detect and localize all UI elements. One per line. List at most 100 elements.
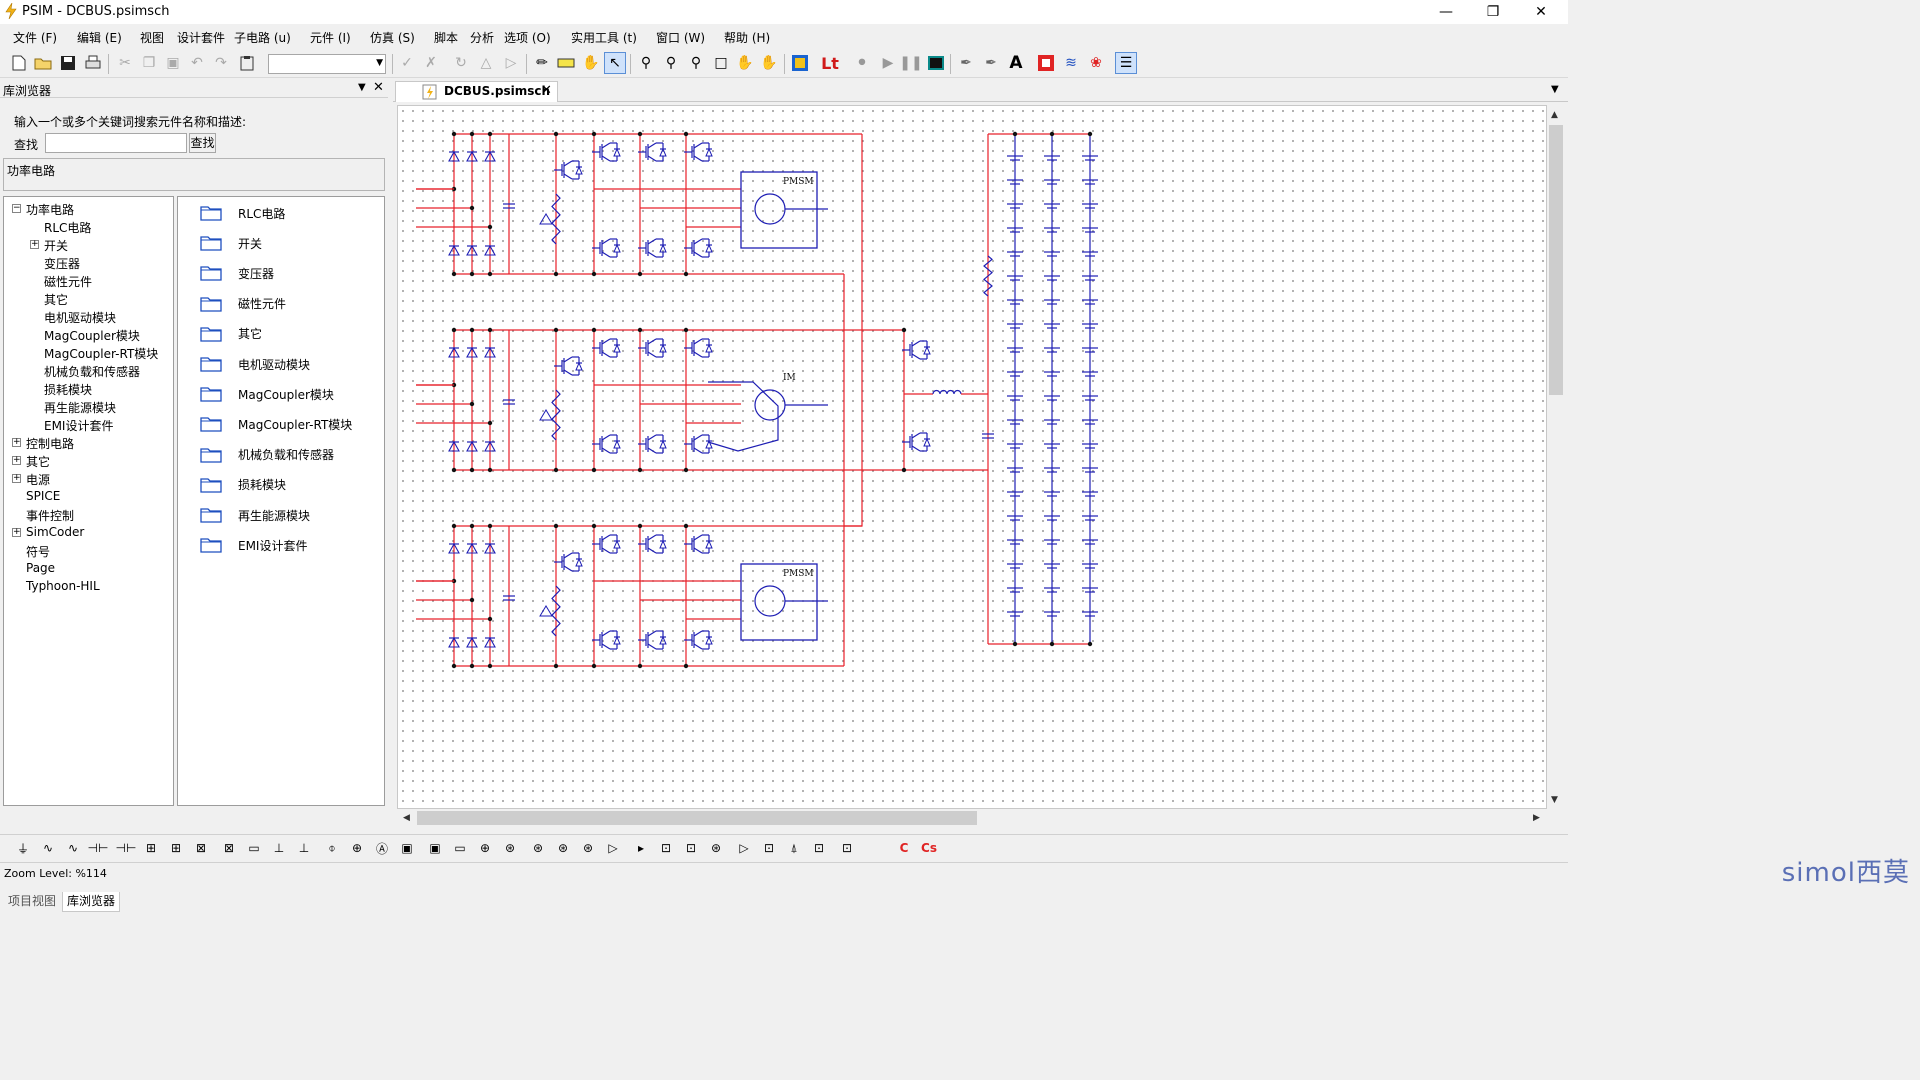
search-button[interactable]: 查找: [189, 133, 216, 153]
close-icon[interactable]: ✕: [541, 83, 552, 98]
integrator-icon[interactable]: ⊡: [758, 838, 780, 858]
tree-item[interactable]: 再生能源模块: [44, 399, 116, 416]
menu-file[interactable]: 文件 (F): [13, 29, 57, 46]
tree-item[interactable]: 开关: [44, 237, 68, 254]
restore-icon[interactable]: ❐: [1473, 2, 1513, 22]
simview-icon[interactable]: [789, 52, 811, 74]
tree-item[interactable]: 符号: [26, 543, 50, 560]
save-icon[interactable]: [57, 52, 79, 74]
pause-icon[interactable]: ❚❚: [899, 52, 922, 74]
select-icon[interactable]: ↖: [604, 52, 626, 74]
zoom-out-icon[interactable]: ⚲: [685, 52, 707, 74]
junction-icon[interactable]: ⊥: [293, 838, 315, 858]
menu-script[interactable]: 脚本: [434, 29, 458, 46]
text-icon[interactable]: A: [1005, 52, 1027, 74]
folder-item[interactable]: EMI设计套件: [200, 535, 307, 555]
tree-item[interactable]: 其它: [26, 453, 50, 470]
menu-view[interactable]: 视图: [140, 29, 164, 46]
folder-item[interactable]: 再生能源模块: [200, 505, 310, 525]
ac-source-icon[interactable]: ∿: [37, 838, 59, 858]
amplifier-icon[interactable]: ▷: [602, 838, 624, 858]
clipboard-icon[interactable]: [236, 52, 258, 74]
open-folder-icon[interactable]: [32, 52, 54, 74]
igbt-icon[interactable]: ⊞: [165, 838, 187, 858]
schematic-drawing[interactable]: PMSM IM PMSM: [398, 106, 1548, 810]
scroll-right-icon[interactable]: ▶: [1533, 813, 1540, 823]
horizontal-scroll-thumb[interactable]: [417, 811, 977, 825]
capacitor-icon[interactable]: ⊣⊢: [87, 838, 109, 858]
dc-machine-icon[interactable]: ▭: [243, 838, 265, 858]
new-file-icon[interactable]: [8, 52, 30, 74]
sensor4-icon[interactable]: ⊛: [577, 838, 599, 858]
tree-item[interactable]: 电源: [26, 471, 50, 488]
tree-item[interactable]: MagCoupler模块: [44, 327, 140, 344]
folder-item[interactable]: 电机驱动模块: [200, 354, 310, 374]
vertical-scroll-thumb[interactable]: [1549, 125, 1563, 395]
paste-icon[interactable]: ▣: [162, 52, 184, 74]
menu-design-suite[interactable]: 设计套件: [177, 29, 225, 46]
voltage-probe-icon[interactable]: ⌽: [321, 838, 343, 858]
cross-icon[interactable]: ✗: [420, 52, 442, 74]
tab-dcbus[interactable]: DCBUS.psimsch ✕: [395, 81, 558, 102]
menu-help[interactable]: 帮助 (H): [724, 29, 770, 46]
menu-simulate[interactable]: 仿真 (S): [370, 29, 415, 46]
tree-item[interactable]: 事件控制: [26, 507, 74, 524]
search-input[interactable]: [45, 133, 187, 153]
close-icon[interactable]: ✕: [1521, 2, 1561, 22]
hand-icon[interactable]: ✋: [734, 52, 756, 74]
tree-item[interactable]: 电机驱动模块: [44, 309, 116, 326]
sampler-icon[interactable]: ⊡: [808, 838, 830, 858]
capacitor-c-icon[interactable]: C: [893, 838, 915, 858]
capacitor-cs-icon[interactable]: Cs: [918, 838, 940, 858]
scope-icon[interactable]: [925, 52, 947, 74]
menu-window[interactable]: 窗口 (W): [656, 29, 705, 46]
run-icon[interactable]: ▶: [877, 52, 899, 74]
transformer-icon[interactable]: ⊠: [190, 838, 212, 858]
tree-item[interactable]: SPICE: [26, 489, 60, 503]
scroll-down-icon[interactable]: ▼: [1551, 795, 1558, 805]
tree-item[interactable]: 磁性元件: [44, 273, 92, 290]
vertical-scrollbar[interactable]: ▲ ▼: [1547, 105, 1565, 809]
limiter-icon[interactable]: ⊡: [655, 838, 677, 858]
scope2-icon[interactable]: ▣: [424, 838, 446, 858]
zoom-icon[interactable]: ⚲: [635, 52, 657, 74]
tree-item[interactable]: 控制电路: [26, 435, 74, 452]
scroll-left-icon[interactable]: ◀: [403, 813, 410, 823]
tree-item[interactable]: RLC电路: [44, 219, 91, 236]
tree-item[interactable]: SimCoder: [26, 525, 84, 539]
sensor2-icon[interactable]: ⊛: [527, 838, 549, 858]
undo-icon[interactable]: ↶: [186, 52, 208, 74]
flip-icon[interactable]: △: [475, 52, 497, 74]
switch-icon[interactable]: ⊞: [140, 838, 162, 858]
print-icon[interactable]: [82, 52, 104, 74]
block-icon[interactable]: ▭: [449, 838, 471, 858]
label-icon[interactable]: [555, 52, 577, 74]
tab-project-view[interactable]: 项目视图: [4, 892, 60, 912]
scroll-up-icon[interactable]: ▲: [1551, 110, 1558, 120]
folder-item[interactable]: 变压器: [200, 263, 274, 283]
tree-item[interactable]: 机械负载和传感器: [44, 363, 140, 380]
tree-expander-icon[interactable]: +: [12, 438, 21, 447]
tree-expander-icon[interactable]: +: [12, 456, 21, 465]
menu-subcircuit[interactable]: 子电路 (u): [234, 29, 291, 46]
chevron-down-icon[interactable]: ▼: [1551, 84, 1559, 95]
thermal-icon[interactable]: ❀: [1085, 52, 1107, 74]
delay-icon[interactable]: ⊡: [836, 838, 858, 858]
menu-utilities[interactable]: 实用工具 (t): [571, 29, 637, 46]
node-icon[interactable]: ⊥: [268, 838, 290, 858]
tree-item[interactable]: Typhoon-HIL: [26, 579, 100, 593]
chevron-down-icon[interactable]: ▼: [358, 82, 366, 93]
folder-item[interactable]: RLC电路: [200, 203, 285, 223]
transformer2-icon[interactable]: ⊠: [218, 838, 240, 858]
check-icon[interactable]: ✓: [396, 52, 418, 74]
folder-item[interactable]: MagCoupler模块: [200, 384, 334, 404]
ammeter-icon[interactable]: Ⓐ: [371, 838, 393, 858]
folder-item[interactable]: MagCoupler-RT模块: [200, 414, 352, 434]
folder-item[interactable]: 损耗模块: [200, 475, 286, 495]
ground-icon[interactable]: ⏚: [12, 838, 34, 858]
tree-item[interactable]: Page: [26, 561, 55, 575]
sensor3-icon[interactable]: ⊛: [552, 838, 574, 858]
menu-elements[interactable]: 元件 (I): [310, 29, 351, 46]
waveform-icon[interactable]: ≋: [1060, 52, 1082, 74]
minimize-icon[interactable]: —: [1426, 2, 1466, 22]
